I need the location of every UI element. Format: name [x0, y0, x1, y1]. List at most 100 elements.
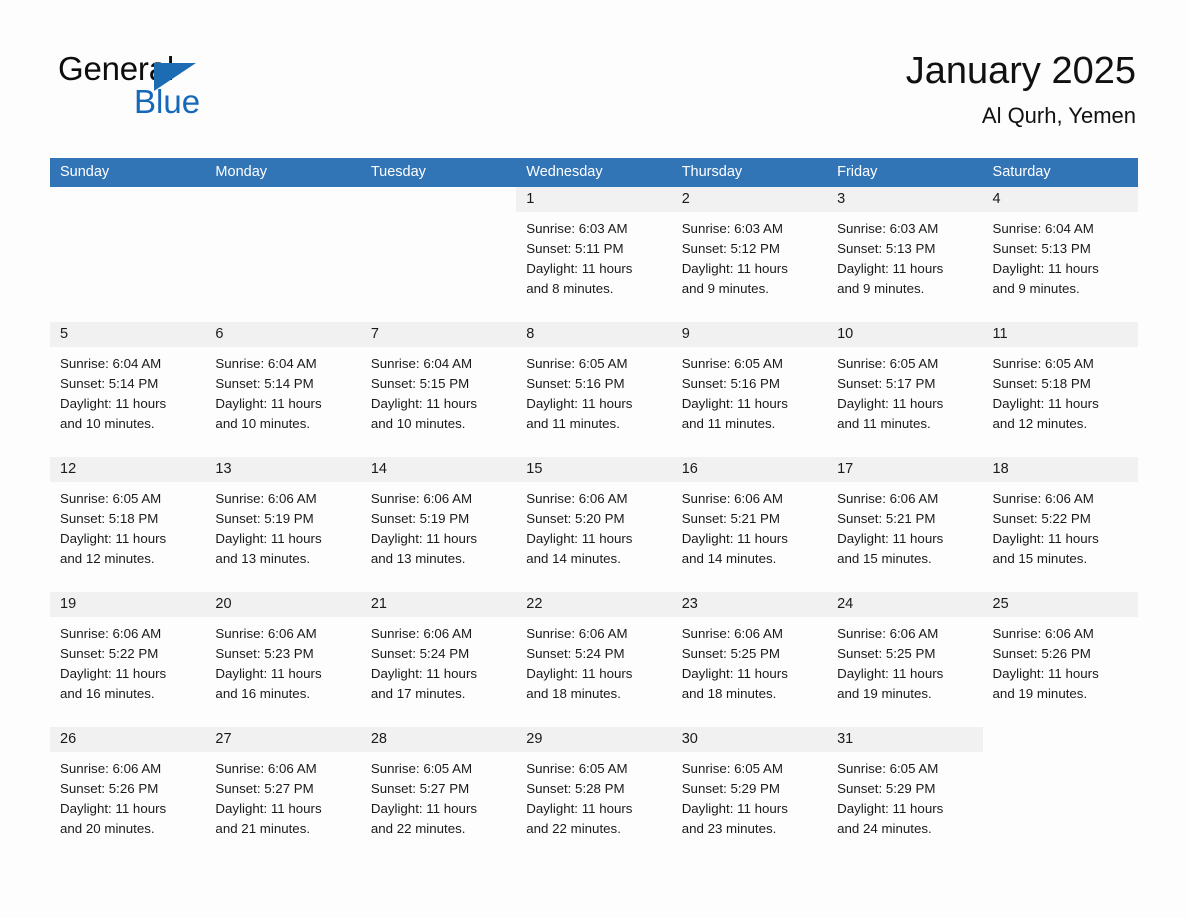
day-sun-info: Sunrise: 6:05 AM Sunset: 5:29 PM Daylight:…	[827, 752, 982, 839]
daylight-duration-line2: and 23 minutes.	[681, 821, 777, 836]
calendar-day-cell[interactable]: 26 Sunrise: 6:06 AM Sunset: 5:26 PM Dayligh…	[50, 727, 206, 839]
calendar-day-cell[interactable]: 12 Sunrise: 6:05 AM Sunset: 5:18 PM Dayligh…	[50, 457, 206, 569]
sunrise-time: Sunrise: 6:06 AM	[370, 626, 473, 641]
calendar-day-cell[interactable]: 21 Sunrise: 6:06 AM Sunset: 5:24 PM Dayligh…	[360, 592, 517, 704]
calendar-day-cell-empty	[361, 187, 516, 299]
sunset-time: Sunset: 5:19 PM	[215, 511, 314, 526]
daylight-duration-line2: and 11 minutes.	[526, 416, 620, 431]
day-number: 2	[681, 191, 690, 207]
calendar-day-cell[interactable]: 16 Sunrise: 6:06 AM Sunset: 5:21 PM Dayligh…	[671, 457, 828, 569]
day-number: 11	[992, 326, 1008, 342]
calendar-day-cell[interactable]: 9 Sunrise: 6:05 AM Sunset: 5:16 PM Daylight…	[671, 322, 828, 434]
calendar-day-cell[interactable]: 30 Sunrise: 6:05 AM Sunset: 5:29 PM Dayligh…	[671, 727, 828, 839]
calendar-day-cell[interactable]: 27 Sunrise: 6:06 AM Sunset: 5:27 PM Dayligh…	[205, 727, 361, 839]
day-sun-info: Sunrise: 6:03 AM Sunset: 5:11 PM Daylight:…	[516, 212, 671, 299]
sunrise-time: Sunrise: 6:05 AM	[837, 761, 939, 776]
calendar-body: 1 Sunrise: 6:03 AM Sunset: 5:11 PM Daylight…	[50, 187, 1138, 862]
day-sun-info: Sunrise: 6:05 AM Sunset: 5:17 PM Daylight:…	[827, 347, 982, 434]
calendar-day-cell[interactable]: 8 Sunrise: 6:05 AM Sunset: 5:16 PM Daylight…	[516, 322, 672, 434]
day-sun-info: Sunrise: 6:04 AM Sunset: 5:14 PM Daylight:…	[205, 347, 360, 434]
calendar-day-cell[interactable]: 19 Sunrise: 6:06 AM Sunset: 5:22 PM Dayligh…	[50, 592, 206, 704]
calendar-day-cell[interactable]: 29 Sunrise: 6:05 AM Sunset: 5:28 PM Dayligh…	[516, 727, 672, 839]
sunrise-time: Sunrise: 6:06 AM	[60, 761, 162, 776]
sunrise-time: Sunrise: 6:06 AM	[526, 491, 628, 506]
day-number-band: 5	[50, 322, 206, 347]
general-blue-logo: General Blue	[58, 52, 318, 122]
daylight-duration-line2: and 16 minutes.	[215, 686, 311, 701]
sunset-time: Sunset: 5:17 PM	[837, 376, 936, 391]
day-sun-info: Sunrise: 6:06 AM Sunset: 5:24 PM Daylight:…	[361, 617, 516, 704]
sunrise-time: Sunrise: 6:06 AM	[837, 491, 939, 506]
daylight-duration-line2: and 24 minutes.	[837, 821, 932, 836]
day-sun-info: Sunrise: 6:06 AM Sunset: 5:25 PM Daylight:…	[672, 617, 827, 704]
day-number-band	[361, 187, 516, 212]
day-number-band: 31	[827, 727, 983, 752]
day-sun-info: Sunrise: 6:06 AM Sunset: 5:27 PM Daylight:…	[205, 752, 360, 839]
day-sun-info: Sunrise: 6:05 AM Sunset: 5:16 PM Daylight:…	[672, 347, 827, 434]
day-number-band: 17	[827, 457, 983, 482]
sunrise-time: Sunrise: 6:06 AM	[992, 626, 1094, 641]
calendar-day-cell[interactable]: 4 Sunrise: 6:04 AM Sunset: 5:13 PM Daylight…	[982, 187, 1138, 299]
week-cells: 12 Sunrise: 6:05 AM Sunset: 5:18 PM Dayligh…	[50, 457, 1138, 569]
sunset-time: Sunset: 5:23 PM	[215, 646, 314, 661]
day-number-band: 11	[982, 322, 1138, 347]
calendar-day-cell[interactable]: 20 Sunrise: 6:06 AM Sunset: 5:23 PM Dayligh…	[205, 592, 361, 704]
day-number: 19	[60, 596, 77, 612]
day-number: 31	[837, 731, 854, 747]
calendar-day-cell[interactable]: 15 Sunrise: 6:06 AM Sunset: 5:20 PM Dayligh…	[516, 457, 672, 569]
calendar-day-cell[interactable]: 11 Sunrise: 6:05 AM Sunset: 5:18 PM Dayligh…	[982, 322, 1138, 434]
day-sun-info: Sunrise: 6:06 AM Sunset: 5:20 PM Daylight:…	[516, 482, 671, 569]
sunset-time: Sunset: 5:14 PM	[215, 376, 314, 391]
day-number: 29	[526, 731, 543, 747]
day-sun-info: Sunrise: 6:05 AM Sunset: 5:28 PM Daylight:…	[516, 752, 671, 839]
day-sun-info: Sunrise: 6:05 AM Sunset: 5:27 PM Daylight:…	[361, 752, 516, 839]
day-number: 25	[992, 596, 1009, 612]
calendar-day-cell[interactable]: 6 Sunrise: 6:04 AM Sunset: 5:14 PM Daylight…	[205, 322, 361, 434]
day-number: 6	[215, 326, 224, 342]
calendar-day-cell[interactable]: 22 Sunrise: 6:06 AM Sunset: 5:24 PM Dayligh…	[516, 592, 672, 704]
day-number-band: 25	[982, 592, 1138, 617]
calendar-day-cell[interactable]: 18 Sunrise: 6:06 AM Sunset: 5:22 PM Dayligh…	[982, 457, 1138, 569]
sunrise-time: Sunrise: 6:06 AM	[837, 626, 939, 641]
day-number: 17	[837, 461, 854, 477]
calendar-day-cell[interactable]: 31 Sunrise: 6:05 AM Sunset: 5:29 PM Dayligh…	[827, 727, 983, 839]
daylight-duration-line2: and 22 minutes.	[526, 821, 621, 836]
sunset-time: Sunset: 5:20 PM	[526, 511, 625, 526]
daylight-duration-line1: Daylight: 11 hours	[992, 261, 1099, 276]
day-number: 10	[837, 326, 854, 342]
calendar-day-cell[interactable]: 23 Sunrise: 6:06 AM Sunset: 5:25 PM Dayligh…	[671, 592, 828, 704]
calendar-day-cell[interactable]: 2 Sunrise: 6:03 AM Sunset: 5:12 PM Daylight…	[671, 187, 828, 299]
weekday-header-thursday: Thursday	[681, 164, 743, 180]
daylight-duration-line2: and 22 minutes.	[370, 821, 466, 836]
day-number: 22	[526, 596, 543, 612]
title-block: January 2025 Al Qurh, Yemen	[906, 50, 1136, 128]
calendar-day-cell[interactable]: 25 Sunrise: 6:06 AM Sunset: 5:26 PM Dayligh…	[982, 592, 1138, 704]
day-sun-info: Sunrise: 6:05 AM Sunset: 5:18 PM Daylight:…	[983, 347, 1138, 434]
daylight-duration-line2: and 20 minutes.	[60, 821, 155, 836]
day-number: 15	[526, 461, 543, 477]
calendar-day-cell[interactable]: 7 Sunrise: 6:04 AM Sunset: 5:15 PM Daylight…	[360, 322, 517, 434]
sunset-time: Sunset: 5:18 PM	[992, 376, 1091, 391]
day-number-band: 2	[671, 187, 828, 212]
calendar-day-cell[interactable]: 28 Sunrise: 6:05 AM Sunset: 5:27 PM Dayligh…	[360, 727, 517, 839]
calendar-day-cell[interactable]: 3 Sunrise: 6:03 AM Sunset: 5:13 PM Daylight…	[827, 187, 983, 299]
sunset-time: Sunset: 5:29 PM	[681, 781, 780, 796]
calendar-day-cell[interactable]: 10 Sunrise: 6:05 AM Sunset: 5:17 PM Dayligh…	[827, 322, 983, 434]
calendar-day-cell[interactable]: 24 Sunrise: 6:06 AM Sunset: 5:25 PM Dayligh…	[827, 592, 983, 704]
weekday-header-monday: Monday	[215, 164, 268, 180]
day-number: 16	[681, 461, 698, 477]
day-number-band	[205, 187, 360, 212]
sunset-time: Sunset: 5:24 PM	[370, 646, 470, 661]
daylight-duration-line2: and 11 minutes.	[681, 416, 776, 431]
calendar-day-cell[interactable]: 17 Sunrise: 6:06 AM Sunset: 5:21 PM Dayligh…	[827, 457, 983, 569]
calendar-day-cell[interactable]: 1 Sunrise: 6:03 AM Sunset: 5:11 PM Daylight…	[516, 187, 672, 299]
calendar-day-cell[interactable]: 13 Sunrise: 6:06 AM Sunset: 5:19 PM Dayligh…	[205, 457, 361, 569]
calendar-day-cell[interactable]: 5 Sunrise: 6:04 AM Sunset: 5:14 PM Daylight…	[50, 322, 206, 434]
daylight-duration-line2: and 9 minutes.	[992, 281, 1080, 296]
daylight-duration-line1: Daylight: 11 hours	[681, 666, 788, 681]
calendar-day-cell[interactable]: 14 Sunrise: 6:06 AM Sunset: 5:19 PM Dayligh…	[360, 457, 517, 569]
day-number-band: 10	[827, 322, 983, 347]
day-number-band: 30	[671, 727, 828, 752]
daylight-duration-line1: Daylight: 11 hours	[837, 396, 944, 411]
day-number: 9	[681, 326, 690, 342]
